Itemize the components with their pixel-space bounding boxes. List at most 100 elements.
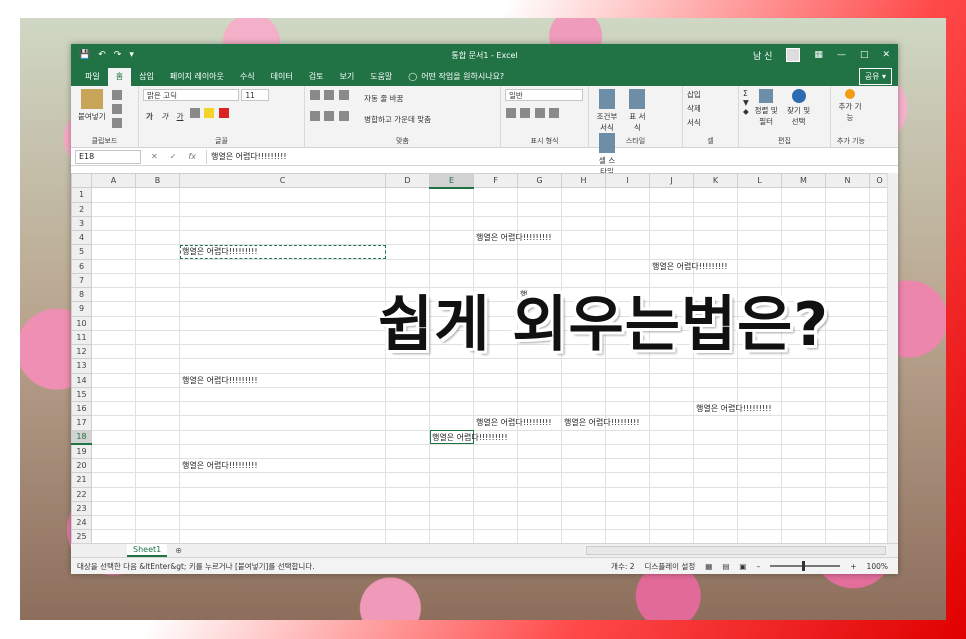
cell-d21[interactable] (385, 472, 430, 488)
cell-j17[interactable] (649, 415, 694, 431)
ribbon-display-icon[interactable]: ▦ (814, 50, 823, 60)
font-color-icon[interactable] (218, 108, 229, 118)
cell-f21[interactable] (473, 472, 518, 488)
find-select-button[interactable]: 찾기 및 선택 (787, 89, 811, 127)
tab-review[interactable]: 검토 (301, 68, 332, 85)
cell-b3[interactable] (135, 215, 180, 232)
cell-b20[interactable] (135, 457, 180, 474)
enter-icon[interactable]: ✓ (170, 152, 177, 161)
cell-b4[interactable] (135, 229, 180, 246)
cell-e19[interactable] (429, 443, 474, 460)
cell-e23[interactable] (429, 500, 474, 517)
cell-g22[interactable] (517, 486, 562, 502)
cell-f1[interactable] (473, 187, 518, 203)
cell-h1[interactable] (561, 187, 606, 203)
cell-b16[interactable] (135, 400, 180, 417)
cell-h6[interactable] (561, 258, 606, 274)
row-header[interactable]: 11 (71, 329, 92, 346)
cell-c15[interactable] (179, 386, 386, 403)
display-settings-button[interactable]: 디스플레이 설정 (645, 561, 696, 572)
cell-g16[interactable] (517, 400, 562, 417)
cell-k20[interactable] (693, 457, 738, 474)
tell-me-box[interactable]: ◯ 어떤 작업을 원하시나요? (408, 71, 504, 82)
cell-e18[interactable]: 행열은 어렵다!!!!!!!!! (429, 429, 508, 445)
align-top-icon[interactable] (310, 90, 320, 100)
bold-button[interactable]: 가 (146, 112, 153, 121)
cell-a15[interactable] (91, 386, 136, 403)
cell-n5[interactable] (825, 244, 870, 260)
cell-n25[interactable] (825, 529, 870, 543)
autosum-icon[interactable]: Σ (743, 89, 749, 98)
align-center-icon[interactable] (324, 111, 335, 121)
cell-l15[interactable] (737, 386, 782, 403)
cell-f16[interactable] (473, 400, 518, 417)
cell-d25[interactable] (385, 529, 430, 543)
customize-qat-icon[interactable]: ▾ (129, 50, 134, 60)
cell-h17[interactable]: 행열은 어렵다!!!!!!!!! (561, 415, 640, 431)
cell-a6[interactable] (91, 258, 136, 274)
cell-i6[interactable] (605, 258, 650, 274)
clear-icon[interactable]: ◆ (743, 107, 749, 116)
cell-c24[interactable] (179, 514, 386, 531)
column-header-n[interactable]: N (825, 173, 870, 189)
cell-b25[interactable] (135, 529, 180, 543)
cell-i15[interactable] (605, 386, 650, 403)
cell-i23[interactable] (605, 500, 650, 517)
row-header[interactable]: 5 (71, 244, 92, 260)
cell-g1[interactable] (517, 187, 562, 203)
cell-c20[interactable]: 행열은 어렵다!!!!!!!!! (179, 457, 386, 474)
cell-c4[interactable] (179, 229, 386, 246)
cell-k25[interactable] (693, 529, 738, 543)
cell-h2[interactable] (561, 201, 606, 217)
paste-button[interactable]: 붙여넣기 (78, 89, 106, 122)
cell-m18[interactable] (781, 429, 826, 445)
cell-k18[interactable] (693, 429, 738, 445)
cell-b6[interactable] (135, 258, 180, 274)
cell-a11[interactable] (91, 329, 136, 346)
cell-g14[interactable] (517, 372, 562, 388)
cell-b19[interactable] (135, 443, 180, 460)
cell-b2[interactable] (135, 201, 180, 217)
cell-m24[interactable] (781, 514, 826, 531)
undo-icon[interactable]: ↶ (98, 50, 106, 60)
cell-j25[interactable] (649, 529, 694, 543)
number-format-select[interactable]: 일반 (505, 89, 583, 101)
cell-c5[interactable]: 행열은 어렵다!!!!!!!!! (179, 244, 386, 260)
tab-home[interactable]: 홈 (107, 68, 132, 86)
row-header[interactable]: 12 (71, 343, 92, 360)
cut-icon[interactable] (112, 90, 122, 100)
cell-j4[interactable] (649, 229, 694, 246)
cell-l18[interactable] (737, 429, 782, 445)
cell-b17[interactable] (135, 415, 180, 431)
row-header[interactable]: 2 (71, 201, 92, 217)
cell-b13[interactable] (135, 358, 180, 374)
cell-f5[interactable] (473, 244, 518, 260)
cell-m14[interactable] (781, 372, 826, 388)
cell-k17[interactable] (693, 415, 738, 431)
column-header-l[interactable]: L (737, 173, 782, 189)
copy-icon[interactable] (112, 104, 122, 114)
currency-icon[interactable] (506, 108, 516, 118)
cell-e25[interactable] (429, 529, 474, 543)
cell-g5[interactable] (517, 244, 562, 260)
cell-b24[interactable] (135, 514, 180, 531)
comma-icon[interactable] (534, 108, 545, 118)
cell-a17[interactable] (91, 415, 136, 431)
cell-j6[interactable]: 행열은 어렵다!!!!!!!!! (649, 258, 728, 274)
column-header-j[interactable]: J (649, 173, 694, 189)
insert-cells-button[interactable]: 삽입 (687, 89, 734, 100)
cell-a7[interactable] (91, 272, 136, 289)
column-header-e[interactable]: E (429, 173, 474, 189)
cell-m20[interactable] (781, 457, 826, 474)
cell-d17[interactable] (385, 415, 430, 431)
row-header[interactable]: 23 (71, 500, 92, 517)
page-layout-icon[interactable]: ▤ (722, 562, 729, 571)
cell-g2[interactable] (517, 201, 562, 217)
cell-n16[interactable] (825, 400, 870, 417)
column-header-k[interactable]: K (693, 173, 738, 189)
tab-file[interactable]: 파일 (77, 68, 108, 85)
row-header[interactable]: 24 (71, 514, 92, 531)
cell-h25[interactable] (561, 529, 606, 543)
cell-c10[interactable] (179, 315, 386, 331)
cell-j21[interactable] (649, 472, 694, 488)
